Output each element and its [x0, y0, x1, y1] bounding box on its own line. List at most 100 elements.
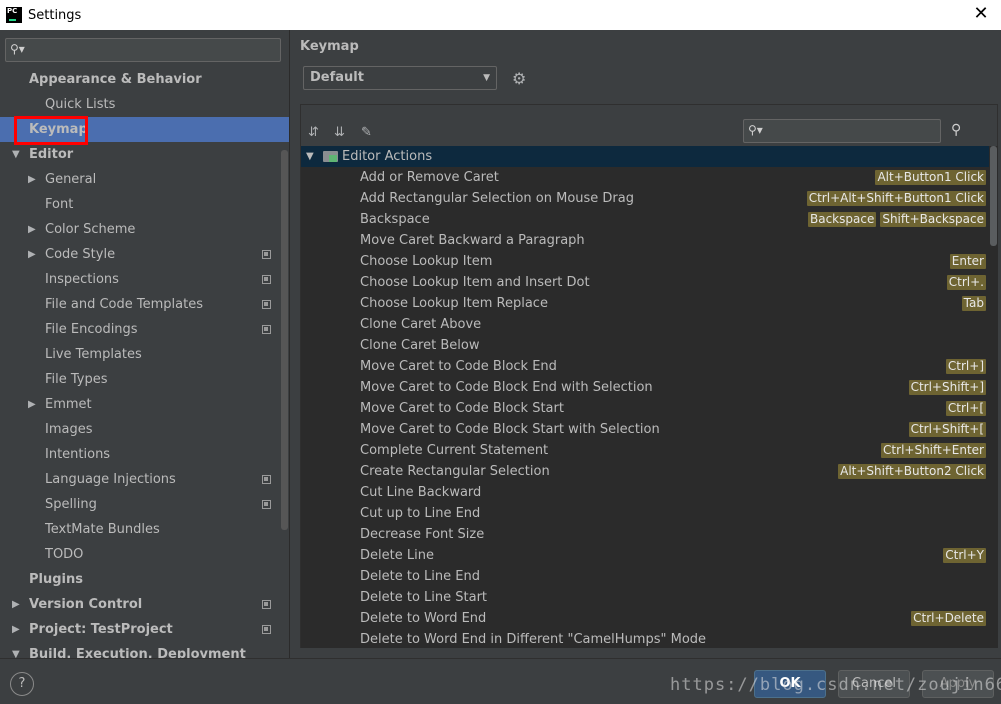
action-row[interactable]: Backspace Backspace Shift+Backspace	[301, 209, 989, 230]
action-label: Delete Line	[360, 548, 434, 563]
sidebar-item[interactable]: Images	[0, 417, 289, 442]
action-label: Decrease Font Size	[360, 527, 485, 542]
action-label: Complete Current Statement	[360, 443, 549, 458]
keymap-select-value: Default	[310, 70, 364, 85]
action-label: Add Rectangular Selection on Mouse Drag	[360, 191, 634, 206]
collapse-all-icon[interactable]: ⇊	[334, 125, 345, 140]
action-row[interactable]: Create Rectangular Selection Alt+Shift+Bu…	[301, 461, 989, 482]
project-scope-icon	[262, 325, 271, 334]
gear-icon[interactable]: ⚙	[512, 69, 526, 88]
chevron-right-icon[interactable]: ▶	[12, 592, 22, 617]
page-title: Keymap	[300, 39, 359, 54]
action-label: Move Caret to Code Block End	[360, 359, 557, 374]
sidebar-item[interactable]: ▼ Editor	[0, 142, 289, 167]
action-label: Move Caret to Code Block Start with Sele…	[360, 422, 660, 437]
sidebar-item[interactable]: File and Code Templates	[0, 292, 289, 317]
sidebar-item[interactable]: Appearance & Behavior	[0, 67, 289, 92]
action-row[interactable]: Delete Line Ctrl+Y	[301, 545, 989, 566]
edit-pencil-icon[interactable]: ✎	[361, 125, 372, 140]
chevron-down-icon[interactable]: ▼	[306, 146, 314, 167]
sidebar-item[interactable]: TODO	[0, 542, 289, 567]
chevron-right-icon[interactable]: ▶	[12, 617, 22, 642]
find-by-shortcut-icon[interactable]: ⚲	[951, 122, 961, 138]
action-row[interactable]: Add or Remove Caret Alt+Button1 Click	[301, 167, 989, 188]
action-row[interactable]: Complete Current Statement Ctrl+Shift+Ent…	[301, 440, 989, 461]
action-search-input[interactable]: ⚲▾	[743, 119, 941, 143]
action-row[interactable]: Move Caret to Code Block End with Select…	[301, 377, 989, 398]
chevron-down-icon[interactable]: ▼	[12, 142, 22, 167]
shortcut-badge: Ctrl+Y	[943, 548, 986, 563]
keymap-panel: Keymap Default ▼ ⚙ ⇵ ⇊ ✎ ⚲▾ ⚲ ▼ Editor A…	[291, 30, 1001, 658]
sidebar-item-label: TODO	[45, 547, 84, 562]
settings-tree: Appearance & Behavior Quick Lists Keymap ▼ E…	[0, 67, 289, 658]
action-label: Choose Lookup Item	[360, 254, 493, 269]
action-row[interactable]: Move Caret to Code Block Start Ctrl+[	[301, 398, 989, 419]
action-row[interactable]: Delete to Word End in Different "CamelHu…	[301, 629, 989, 648]
sidebar-item[interactable]: Intentions	[0, 442, 289, 467]
project-scope-icon	[262, 250, 271, 259]
action-row[interactable]: Move Caret to Code Block Start with Sele…	[301, 419, 989, 440]
action-row[interactable]: Clone Caret Below	[301, 335, 989, 356]
sidebar-item[interactable]: File Types	[0, 367, 289, 392]
shortcut-group: Ctrl+Shift+]	[908, 380, 986, 395]
shortcut-badge: Ctrl+.	[946, 275, 986, 290]
action-row[interactable]: Decrease Font Size	[301, 524, 989, 545]
sidebar-item[interactable]: ▶ Code Style	[0, 242, 289, 267]
chevron-right-icon[interactable]: ▶	[28, 217, 38, 242]
sidebar-item[interactable]: Font	[0, 192, 289, 217]
action-row[interactable]: Delete to Line End	[301, 566, 989, 587]
expand-all-icon[interactable]: ⇵	[308, 125, 319, 140]
chevron-right-icon[interactable]: ▶	[28, 392, 38, 417]
sidebar-item[interactable]: File Encodings	[0, 317, 289, 342]
sidebar-item[interactable]: Keymap	[0, 117, 289, 142]
sidebar-item[interactable]: ▶ General	[0, 167, 289, 192]
action-row[interactable]: Add Rectangular Selection on Mouse Drag C…	[301, 188, 989, 209]
shortcut-badge: Ctrl+]	[945, 359, 986, 374]
shortcut-group: Ctrl+Delete	[911, 611, 986, 626]
actions-scrollbar[interactable]	[989, 146, 998, 648]
chevron-down-icon[interactable]: ▼	[12, 642, 22, 658]
sidebar-item[interactable]: ▶ Emmet	[0, 392, 289, 417]
action-row[interactable]: Move Caret to Code Block End Ctrl+]	[301, 356, 989, 377]
settings-search-input[interactable]: ⚲▾	[5, 38, 281, 62]
sidebar-item[interactable]: Plugins	[0, 567, 289, 592]
help-button[interactable]: ?	[10, 672, 34, 696]
action-row[interactable]: Cut up to Line End	[301, 503, 989, 524]
sidebar-item[interactable]: ▶ Color Scheme	[0, 217, 289, 242]
chevron-right-icon[interactable]: ▶	[28, 167, 38, 192]
sidebar-item[interactable]: Language Injections	[0, 467, 289, 492]
keymap-select[interactable]: Default ▼	[303, 66, 497, 90]
action-row[interactable]: Delete to Word End Ctrl+Delete	[301, 608, 989, 629]
action-row[interactable]: Choose Lookup Item Enter	[301, 251, 989, 272]
group-label: Editor Actions	[342, 149, 433, 164]
chevron-right-icon[interactable]: ▶	[28, 242, 38, 267]
action-row[interactable]: Choose Lookup Item Replace Tab	[301, 293, 989, 314]
action-row[interactable]: Clone Caret Above	[301, 314, 989, 335]
title-bar: PC Settings ✕	[0, 0, 1001, 30]
sidebar-item[interactable]: ▼ Build, Execution, Deployment	[0, 642, 289, 658]
sidebar-scrollbar[interactable]	[281, 150, 288, 530]
scrollbar-thumb[interactable]	[990, 146, 997, 246]
sidebar-item[interactable]: Inspections	[0, 267, 289, 292]
sidebar-item-label: Build, Execution, Deployment	[29, 647, 246, 658]
shortcut-badge: Ctrl+Shift+Enter	[881, 443, 986, 458]
sidebar-item[interactable]: ▶ Project: TestProject	[0, 617, 289, 642]
sidebar-item[interactable]: Live Templates	[0, 342, 289, 367]
sidebar-item-label: Font	[45, 197, 74, 212]
action-row[interactable]: Choose Lookup Item and Insert Dot Ctrl+.	[301, 272, 989, 293]
sidebar-item[interactable]: Spelling	[0, 492, 289, 517]
close-icon[interactable]: ✕	[971, 4, 991, 24]
project-scope-icon	[262, 500, 271, 509]
action-row[interactable]: Delete to Line Start	[301, 587, 989, 608]
sidebar-item-label: Quick Lists	[45, 97, 116, 112]
action-label: Move Caret to Code Block Start	[360, 401, 564, 416]
group-row-editor-actions[interactable]: ▼ Editor Actions	[301, 146, 989, 167]
sidebar-item[interactable]: TextMate Bundles	[0, 517, 289, 542]
action-row[interactable]: Move Caret Backward a Paragraph	[301, 230, 989, 251]
sidebar-item[interactable]: ▶ Version Control	[0, 592, 289, 617]
shortcut-badge: Ctrl+Shift+]	[908, 380, 986, 395]
sidebar-item[interactable]: Quick Lists	[0, 92, 289, 117]
project-scope-icon	[262, 275, 271, 284]
search-icon: ⚲▾	[10, 42, 25, 56]
action-row[interactable]: Cut Line Backward	[301, 482, 989, 503]
